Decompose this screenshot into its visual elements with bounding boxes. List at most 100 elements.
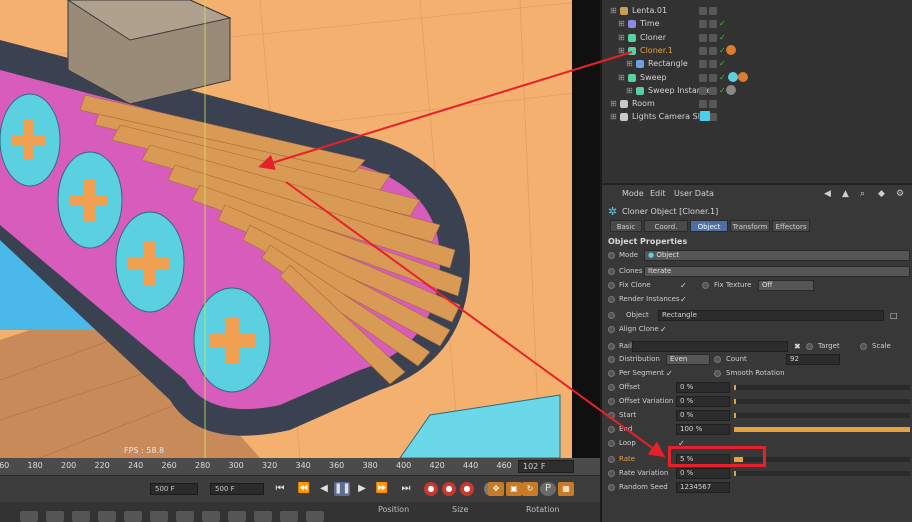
animate-dot[interactable] [608,312,615,319]
thumbnail[interactable] [98,511,116,522]
thumbnail[interactable] [20,511,38,522]
distribution-dropdown[interactable]: Even [666,354,710,365]
object-row[interactable]: ⊞ Cloner ✓ [602,31,912,44]
thumbnail[interactable] [176,511,194,522]
random-seed-field[interactable]: 1234567 [676,482,730,493]
expand-icon[interactable]: ⊞ [618,17,625,30]
thumbnail[interactable] [306,511,324,522]
up-arrow-icon[interactable]: ▲ [842,189,849,199]
animate-dot[interactable] [608,484,615,491]
animate-dot[interactable] [806,343,813,350]
current-frame-field[interactable]: 102 F [518,460,574,473]
animate-dot[interactable] [608,398,615,405]
thumbnail[interactable] [150,511,168,522]
move-tool-button[interactable]: ✥ [488,482,504,496]
menu-user-data[interactable]: User Data [674,189,714,198]
tab-coord[interactable]: Coord. [644,220,688,232]
bookmark-icon[interactable]: ◆ [878,189,885,199]
rail-link-field[interactable] [632,341,788,352]
visibility-flags[interactable] [699,86,721,95]
start-slider[interactable] [734,413,910,418]
animate-dot[interactable] [608,282,615,289]
thumbnail[interactable] [46,511,64,522]
record-rotation-button[interactable]: ● [460,482,474,496]
menu-mode[interactable]: Mode [622,189,644,198]
animate-dot[interactable] [608,412,615,419]
expand-icon[interactable]: ⊞ [618,31,625,44]
settings-icon[interactable]: ⚙ [896,189,904,199]
object-row[interactable]: ⊞ Sweep Instance ✓ [602,84,912,97]
visibility-flags[interactable] [699,46,721,55]
rate-variation-field[interactable]: 0 % [676,468,730,479]
animate-dot[interactable] [608,456,615,463]
grid-button[interactable]: ▦ [558,482,574,496]
animate-dot[interactable] [608,356,615,363]
expand-icon[interactable]: ⊞ [610,110,617,123]
object-link-field[interactable]: Rectangle [658,310,884,321]
offset-variation-field[interactable]: 0 % [676,396,730,407]
tab-effectors[interactable]: Effectors [772,220,810,232]
visibility-flags[interactable] [699,19,721,29]
animate-dot[interactable] [714,356,721,363]
rail-clear-icon[interactable]: ✖ [794,340,801,353]
animate-dot[interactable] [608,268,615,275]
animate-dot[interactable] [702,282,709,289]
object-row[interactable]: ⊞ Rectangle ✓ [602,57,912,70]
rate-variation-slider[interactable] [734,471,910,476]
animate-dot[interactable] [608,384,615,391]
next-key-button[interactable]: ⏩ [374,482,390,496]
count-field[interactable]: 92 [786,354,840,365]
material-tag-icon[interactable] [738,71,748,82]
enabled-check-icon[interactable]: ✓ [719,84,726,97]
end-slider[interactable] [734,427,910,432]
animate-dot[interactable] [608,326,615,333]
max-frame-field[interactable]: 500 F [210,483,264,495]
render-instances-checkbox[interactable]: ✓ [680,293,687,306]
search-icon[interactable]: ⌕ [860,189,865,199]
thumbnail[interactable] [72,511,90,522]
thumbnail[interactable] [280,511,298,522]
thumbnail[interactable] [228,511,246,522]
go-to-start-button[interactable]: ⏮ [272,482,288,496]
mode-dropdown[interactable]: ● Object [644,250,910,261]
previous-frame-button[interactable]: ◀ [316,482,332,496]
object-row[interactable]: ⊞ Lights Camera Sky [602,110,912,123]
play-button[interactable]: ❚❚ [334,482,351,496]
expand-icon[interactable]: ⊞ [618,71,625,84]
object-link-icon[interactable]: □ [890,309,898,322]
object-row[interactable]: ⊞ Cloner.1 ✓ [602,44,912,57]
scale-tool-button[interactable]: ▣ [506,482,522,496]
animate-dot[interactable] [608,343,615,350]
visibility-flags[interactable] [699,73,721,82]
min-frame-field[interactable]: 500 F [150,483,198,495]
expand-icon[interactable]: ⊞ [626,84,633,97]
enabled-check-icon[interactable]: ✓ [719,17,726,30]
go-to-end-button[interactable]: ⏭ [398,482,414,496]
tab-basic[interactable]: Basic [610,220,642,232]
clones-dropdown[interactable]: Iterate [644,266,910,277]
end-field[interactable]: 100 % [676,424,730,435]
enabled-check-icon[interactable]: ✓ [719,71,726,84]
enabled-check-icon[interactable]: ✓ [719,57,726,70]
start-field[interactable]: 0 % [676,410,730,421]
object-row[interactable]: ⊞ Room [602,97,912,110]
tab-transform[interactable]: Transform [730,220,770,232]
fix-texture-dropdown[interactable]: Off [758,280,814,291]
visibility-flags[interactable] [699,99,721,109]
record-position-button[interactable]: ● [442,482,456,496]
material-tag-icon[interactable] [726,44,736,55]
animate-dot[interactable] [608,426,615,433]
expand-icon[interactable]: ⊞ [626,57,633,70]
animate-dot[interactable] [608,470,615,477]
rotate-tool-button[interactable]: ↻ [522,482,538,496]
next-frame-button[interactable]: ▶ [354,482,370,496]
enabled-check-icon[interactable]: ✓ [719,44,726,57]
offset-slider[interactable] [734,385,910,390]
visibility-flags[interactable] [699,33,721,42]
thumbnail[interactable] [254,511,272,522]
per-segment-checkbox[interactable]: ✓ [666,367,673,380]
material-tag-icon[interactable] [726,84,736,95]
material-tag-icon[interactable] [728,71,738,82]
3d-viewport[interactable]: FPS : 58.8 [0,0,600,458]
visibility-flags[interactable] [699,59,721,69]
